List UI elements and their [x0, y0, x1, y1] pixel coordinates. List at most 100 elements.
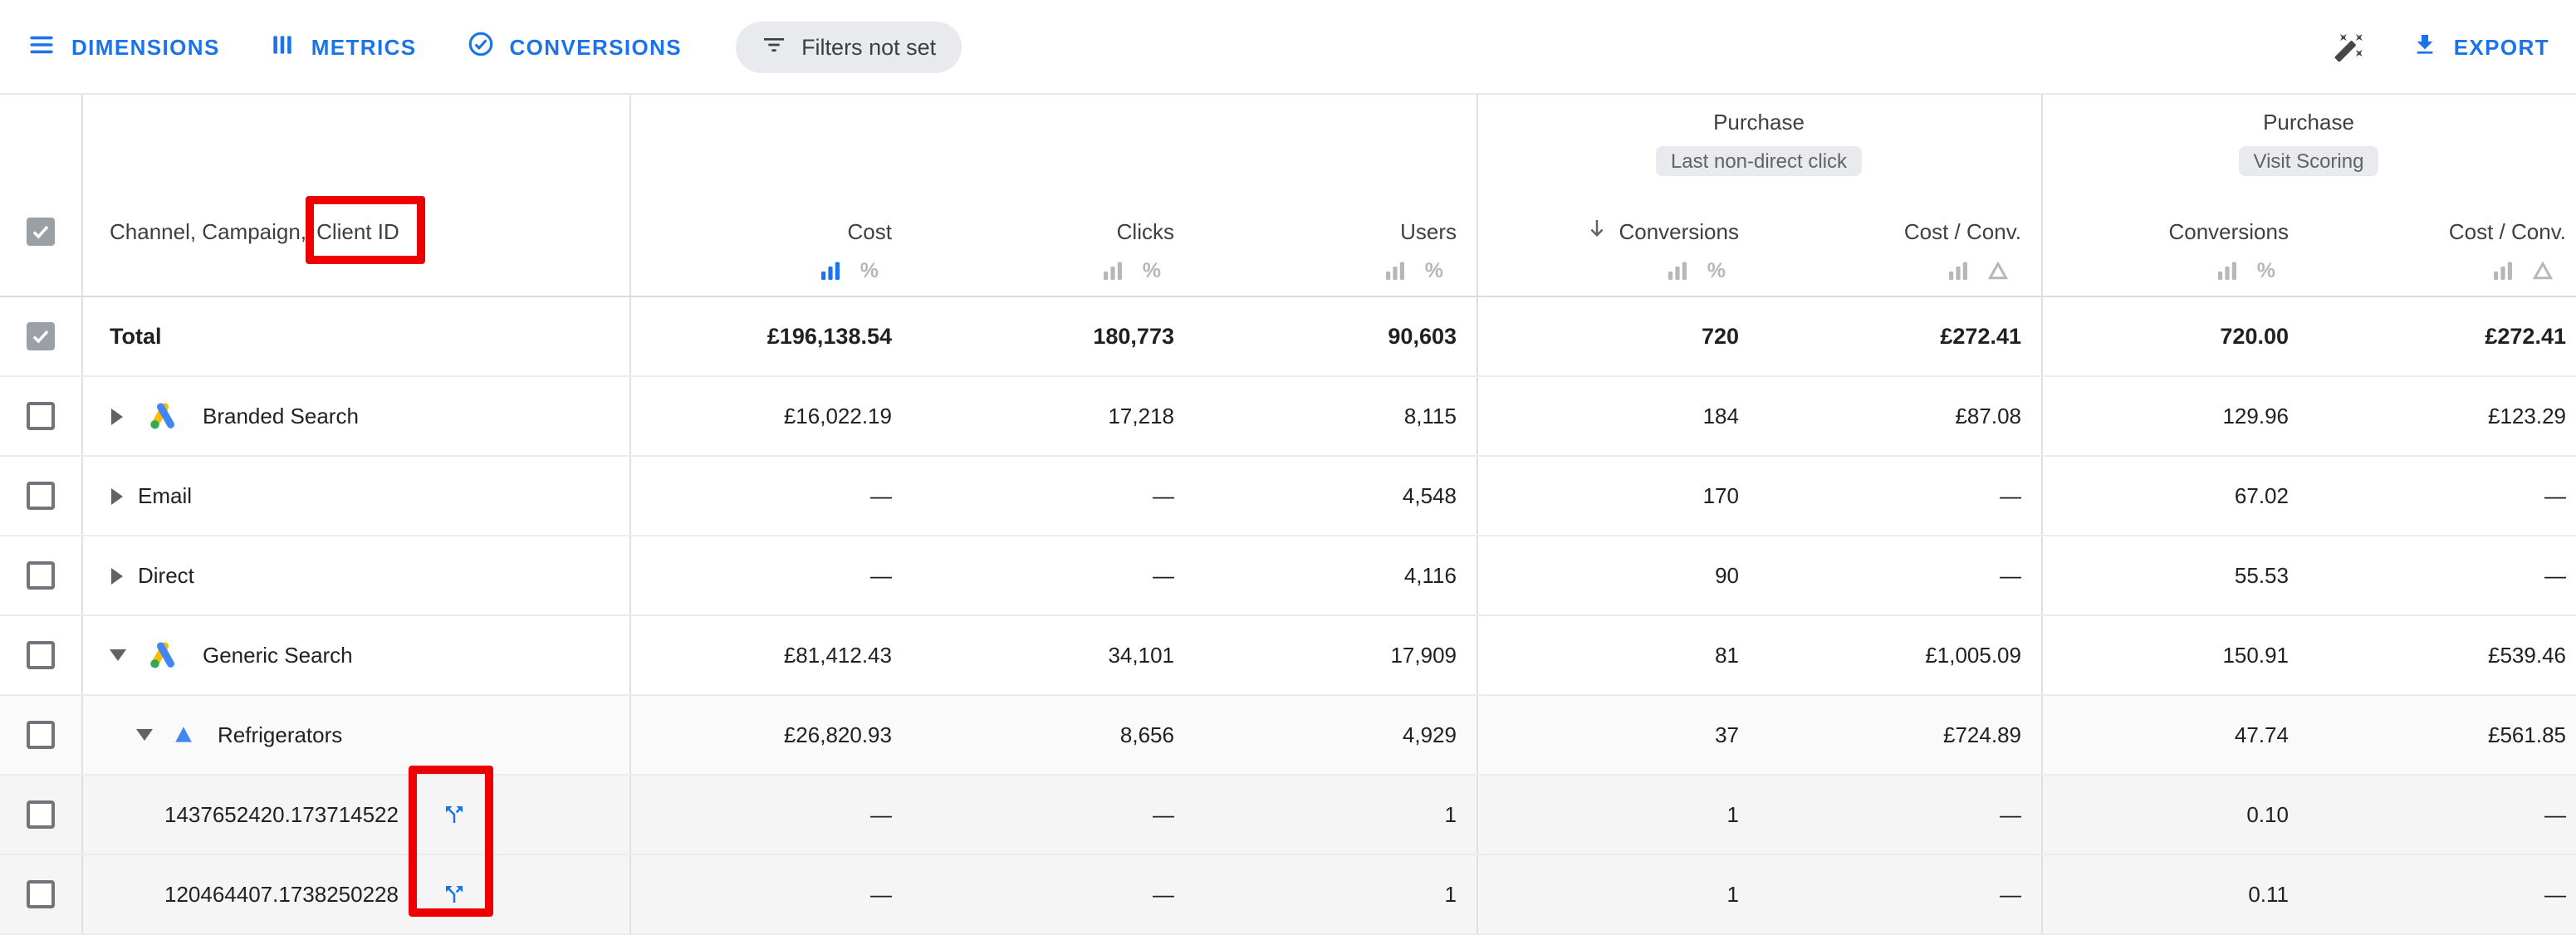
- cell-cost-per-conv-lndc: —: [1759, 855, 2041, 933]
- expand-expanded-icon[interactable]: [110, 649, 125, 661]
- cell-clicks: —: [912, 855, 1194, 933]
- row-name[interactable]: Direct: [138, 563, 194, 588]
- row-name[interactable]: Branded Search: [203, 404, 359, 428]
- column-header-users[interactable]: Users %: [1194, 95, 1477, 296]
- cell-users: 4,548: [1194, 457, 1477, 535]
- attribution-model-badge[interactable]: Visit Scoring: [2239, 146, 2379, 176]
- conversion-group-lndc: Purchase Last non-direct click: [1477, 110, 2041, 176]
- cell-users: 17,909: [1194, 616, 1477, 694]
- column-toggles: [2493, 251, 2553, 281]
- row-checkbox[interactable]: [27, 402, 55, 430]
- row-name: Total: [110, 324, 162, 349]
- row-checkbox[interactable]: [27, 561, 55, 590]
- percent-icon[interactable]: %: [1425, 261, 1443, 281]
- table-row-refrigerators: Refrigerators £26,820.93 8,656 4,929 37 …: [0, 696, 2576, 776]
- metrics-columns-icon: [270, 31, 296, 62]
- group-title: Purchase: [2041, 110, 2576, 135]
- cell-cost-per-conv-vs: £561.85: [2309, 696, 2576, 774]
- filters-chip[interactable]: Filters not set: [735, 21, 961, 72]
- metrics-label: METRICS: [311, 34, 417, 59]
- cell-conversions-vs: 150.91: [2041, 616, 2309, 694]
- dimension-label: Channel, Campaign, Client ID: [110, 216, 399, 246]
- percent-icon[interactable]: %: [860, 261, 879, 281]
- toolbar: DIMENSIONS METRICS CONVERSIONS Filters n…: [0, 0, 2576, 95]
- annotation-client-id-box: Client ID: [316, 218, 399, 243]
- percent-icon[interactable]: %: [2257, 261, 2275, 281]
- delta-icon[interactable]: [2533, 261, 2553, 281]
- cell-cost-per-conv-vs: £539.46: [2309, 616, 2576, 694]
- cell-conversions-vs: 47.74: [2041, 696, 2309, 774]
- google-ads-icon: [146, 399, 179, 433]
- metrics-button[interactable]: METRICS: [270, 31, 417, 62]
- cell-cost-per-conv-lndc: —: [1759, 776, 2041, 854]
- row-name[interactable]: Refrigerators: [218, 722, 342, 747]
- bar-chart-icon[interactable]: [1948, 261, 1968, 281]
- google-ads-icon: [146, 639, 179, 672]
- cell-cost: £16,022.19: [629, 377, 912, 455]
- expand-collapsed-icon[interactable]: [110, 408, 125, 424]
- bar-chart-icon[interactable]: [1668, 261, 1687, 281]
- expand-collapsed-icon[interactable]: [110, 487, 125, 504]
- cell-conversions-lndc: 81: [1477, 616, 1759, 694]
- export-label: EXPORT: [2454, 34, 2549, 59]
- dimensions-icon: [27, 29, 56, 64]
- cell-cost-per-conv-lndc: £724.89: [1759, 696, 2041, 774]
- table-row-branded-search: Branded Search £16,022.19 17,218 8,115 1…: [0, 377, 2576, 457]
- cell-users: 1: [1194, 855, 1477, 933]
- row-checkbox[interactable]: [27, 721, 55, 749]
- row-name[interactable]: Email: [138, 483, 192, 508]
- dimension-column-header[interactable]: Channel, Campaign, Client ID: [81, 95, 629, 296]
- column-label: Cost: [848, 216, 892, 246]
- row-checkbox[interactable]: [27, 482, 55, 510]
- cell-cost: —: [629, 536, 912, 614]
- attribution-model-badge[interactable]: Last non-direct click: [1656, 146, 1862, 176]
- row-checkbox[interactable]: [27, 641, 55, 669]
- column-header-cost[interactable]: Cost %: [629, 95, 912, 296]
- column-label: Conversions: [2168, 216, 2289, 246]
- cell-cost-per-conv-vs: —: [2309, 457, 2576, 535]
- column-label: Cost / Conv.: [1904, 216, 2021, 246]
- conversions-button[interactable]: CONVERSIONS: [467, 30, 683, 63]
- cell-cost: £196,138.54: [629, 297, 912, 375]
- delta-icon[interactable]: [1988, 261, 2008, 281]
- bar-chart-icon[interactable]: [2217, 261, 2237, 281]
- cell-conversions-lndc: 1: [1477, 855, 1759, 933]
- row-name[interactable]: Generic Search: [203, 643, 353, 668]
- magic-wand-icon[interactable]: [2334, 31, 2366, 62]
- bar-chart-icon[interactable]: [1103, 261, 1123, 281]
- branch-icon[interactable]: [442, 802, 467, 827]
- row-checkbox[interactable]: [27, 322, 55, 350]
- bar-chart-icon[interactable]: [2493, 261, 2513, 281]
- percent-icon[interactable]: %: [1707, 261, 1726, 281]
- column-toggles: %: [2217, 251, 2275, 281]
- google-ads-triangle-icon: [173, 724, 194, 746]
- cell-users: 4,116: [1194, 536, 1477, 614]
- cell-clicks: 180,773: [912, 297, 1194, 375]
- export-button[interactable]: EXPORT: [2412, 31, 2549, 62]
- percent-icon[interactable]: %: [1143, 261, 1161, 281]
- download-icon: [2412, 31, 2439, 62]
- cell-users: 8,115: [1194, 377, 1477, 455]
- dimensions-button[interactable]: DIMENSIONS: [27, 29, 220, 64]
- table-header: Purchase Last non-direct click Purchase …: [0, 95, 2576, 297]
- cell-conversions-lndc: 90: [1477, 536, 1759, 614]
- row-checkbox[interactable]: [27, 800, 55, 829]
- cell-cost-per-conv-lndc: —: [1759, 536, 2041, 614]
- row-name: 1437652420.173714522: [164, 802, 435, 827]
- attribution-report-app: DIMENSIONS METRICS CONVERSIONS Filters n…: [0, 0, 2576, 917]
- select-all-checkbox[interactable]: [27, 218, 55, 246]
- expand-collapsed-icon[interactable]: [110, 567, 125, 584]
- branch-icon[interactable]: [442, 882, 467, 907]
- column-header-clicks[interactable]: Clicks %: [912, 95, 1194, 296]
- cell-cost-per-conv-vs: —: [2309, 536, 2576, 614]
- cell-clicks: 8,656: [912, 696, 1194, 774]
- cell-conversions-vs: 0.11: [2041, 855, 2309, 933]
- cell-conversions-vs: 720.00: [2041, 297, 2309, 375]
- expand-expanded-icon[interactable]: [136, 729, 151, 741]
- conversions-label: CONVERSIONS: [510, 34, 683, 59]
- bar-chart-icon[interactable]: [1385, 261, 1405, 281]
- bar-chart-icon[interactable]: [820, 261, 840, 281]
- row-checkbox[interactable]: [27, 880, 55, 908]
- table-row-client-id-1: 1437652420.173714522 — — 1 1 — 0.10 —: [0, 776, 2576, 855]
- column-label: Conversions: [1584, 216, 1739, 246]
